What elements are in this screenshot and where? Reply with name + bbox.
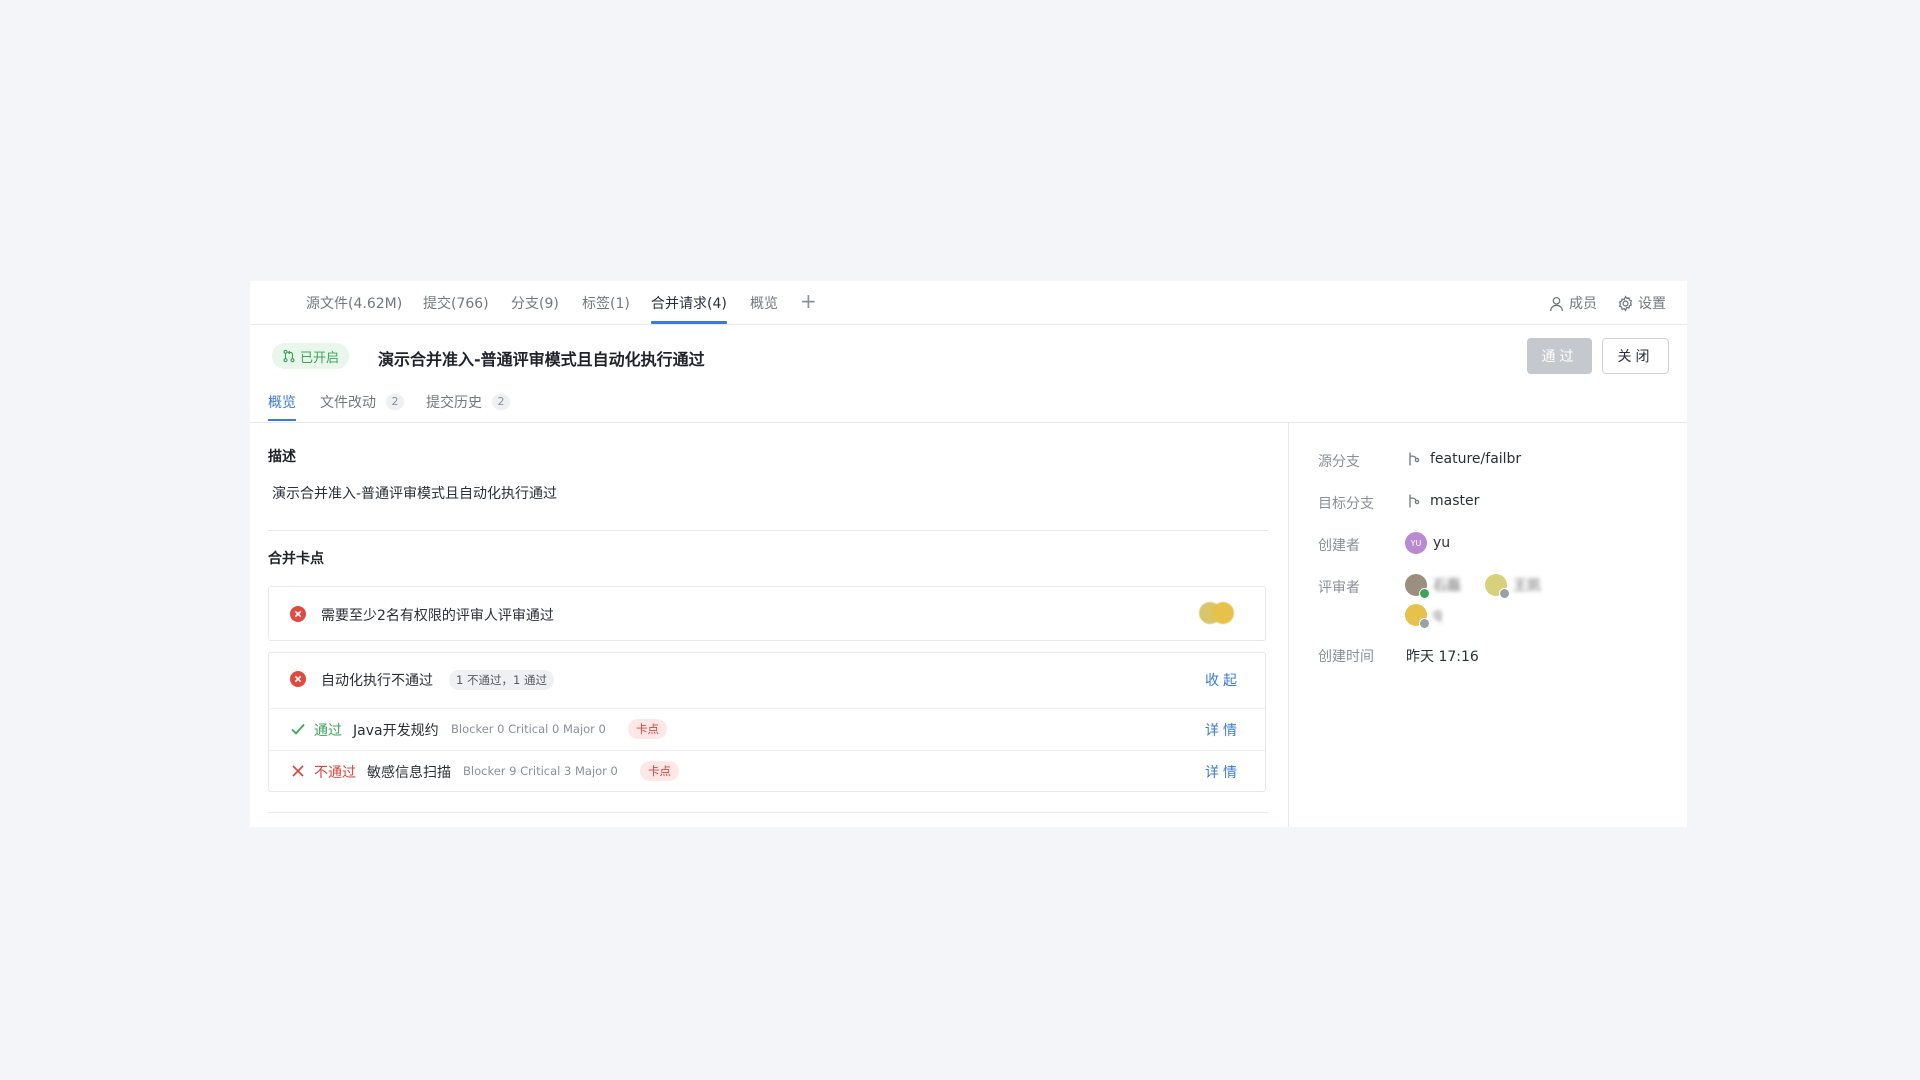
tab-label: 文件改动: [320, 395, 376, 411]
settings-label: 设置: [1638, 296, 1666, 312]
avatar: [1405, 604, 1430, 629]
check-name: 敏感信息扫描: [367, 765, 451, 781]
check-status: 不通过: [314, 765, 356, 781]
check-name: Java开发规约: [353, 723, 439, 739]
avatar: [1485, 574, 1510, 599]
members-button[interactable]: 成员: [1548, 293, 1597, 313]
automation-header: 自动化执行不通过 1 不通过，1 通过 收起: [269, 653, 1265, 708]
check-metrics: Blocker 0 Critical 0 Major 0: [451, 722, 606, 736]
automation-summary-badge: 1 不通过，1 通过: [449, 670, 554, 690]
tab-commit-history[interactable]: 提交历史 2: [426, 392, 510, 412]
target-branch-label: 目标分支: [1318, 496, 1374, 512]
source-branch-label: 源分支: [1318, 454, 1360, 470]
tab-commits[interactable]: 提交(766): [423, 293, 489, 313]
branch-icon: [1409, 494, 1420, 508]
reviewer-name: q: [1433, 607, 1442, 623]
divider: [268, 530, 1268, 531]
creator-label: 创建者: [1318, 538, 1360, 554]
creator-name: yu: [1433, 535, 1451, 551]
active-subtab-indicator: [268, 419, 296, 421]
description-heading: 描述: [268, 449, 296, 465]
avatar: YU: [1405, 532, 1427, 554]
status-text: 已开启: [300, 350, 340, 366]
tab-branches[interactable]: 分支(9): [511, 293, 559, 313]
user-icon: [1550, 296, 1563, 311]
created-time-label: 创建时间: [1318, 649, 1374, 665]
tab-tags[interactable]: 标签(1): [582, 293, 630, 313]
automation-card: 自动化执行不通过 1 不通过，1 通过 收起 通过 Java开发规约 Block…: [268, 652, 1266, 792]
pending-status-dot: [1419, 618, 1430, 629]
blocker-tag: 卡点: [640, 761, 679, 781]
count-badge: 2: [492, 394, 510, 410]
tab-label: 提交历史: [426, 395, 482, 411]
branch-icon: [1409, 452, 1420, 466]
reviewer-name: 石磊: [1433, 578, 1461, 594]
tab-mr-overview[interactable]: 概览: [268, 392, 296, 412]
status-badge: 已开启: [272, 343, 350, 369]
description-text: 演示合并准入-普通评审模式且自动化执行通过: [272, 486, 558, 502]
count-badge: 2: [386, 394, 404, 410]
close-icon: [292, 765, 304, 777]
tab-overview[interactable]: 概览: [750, 293, 778, 313]
check-metrics: Blocker 9 Critical 3 Major 0: [463, 764, 618, 778]
error-icon: [290, 606, 306, 622]
divider: [1288, 423, 1289, 827]
check-row: 通过 Java开发规约 Blocker 0 Critical 0 Major 0…: [269, 709, 1265, 750]
target-branch[interactable]: master: [1406, 493, 1479, 509]
settings-button[interactable]: 设置: [1617, 293, 1666, 313]
tab-label: 概览: [268, 395, 296, 411]
avatar: [1405, 574, 1430, 599]
merge-request-panel: 源文件(4.62M) 提交(766) 分支(9) 标签(1) 合并请求(4) 概…: [250, 281, 1687, 827]
check-row: 不通过 敏感信息扫描 Blocker 9 Critical 3 Major 0 …: [269, 751, 1265, 792]
target-branch-name: master: [1430, 493, 1480, 509]
add-tab-button[interactable]: +: [800, 289, 817, 313]
active-tab-indicator: [651, 321, 727, 324]
check-status: 通过: [314, 723, 342, 739]
reviewer[interactable]: 王凯: [1485, 574, 1541, 599]
divider: [268, 812, 1268, 813]
tab-merge-requests[interactable]: 合并请求(4): [651, 293, 727, 313]
page-title: 演示合并准入-普通评审模式且自动化执行通过: [378, 350, 705, 369]
source-branch-name: feature/failbr: [1430, 451, 1522, 467]
details-link[interactable]: 详情: [1205, 720, 1241, 740]
pending-status-dot: [1499, 588, 1510, 599]
reviewer-avatar: [1212, 602, 1234, 624]
reviewer[interactable]: 石磊: [1405, 574, 1461, 599]
created-time: 昨天 17:16: [1406, 649, 1479, 665]
review-rule-card: 需要至少2名有权限的评审人评审通过: [268, 586, 1266, 641]
reviewer[interactable]: q: [1405, 604, 1442, 629]
source-branch[interactable]: feature/failbr: [1406, 451, 1521, 467]
reviewer-name: 王凯: [1513, 578, 1541, 594]
merge-request-icon: [283, 349, 295, 363]
check-icon: [291, 723, 305, 735]
repo-tab-bar: 源文件(4.62M) 提交(766) 分支(9) 标签(1) 合并请求(4) 概…: [250, 281, 1687, 325]
creator[interactable]: YU yu: [1405, 532, 1450, 554]
details-link[interactable]: 详情: [1205, 762, 1241, 782]
tab-source-files[interactable]: 源文件(4.62M): [306, 293, 402, 313]
close-button[interactable]: 关闭: [1602, 338, 1669, 374]
gear-icon: [1618, 294, 1633, 312]
reviewers-label: 评审者: [1318, 580, 1360, 596]
tab-file-changes[interactable]: 文件改动 2: [320, 392, 404, 412]
review-rule-text: 需要至少2名有权限的评审人评审通过: [321, 608, 554, 624]
blocker-tag: 卡点: [628, 719, 667, 739]
checkpoints-heading: 合并卡点: [268, 551, 324, 567]
approved-status-dot: [1419, 588, 1430, 599]
automation-title: 自动化执行不通过: [321, 673, 433, 689]
collapse-link[interactable]: 收起: [1205, 670, 1241, 690]
divider: [250, 422, 1687, 423]
error-icon: [290, 671, 306, 687]
approve-button[interactable]: 通过: [1527, 338, 1592, 374]
members-label: 成员: [1569, 296, 1597, 312]
